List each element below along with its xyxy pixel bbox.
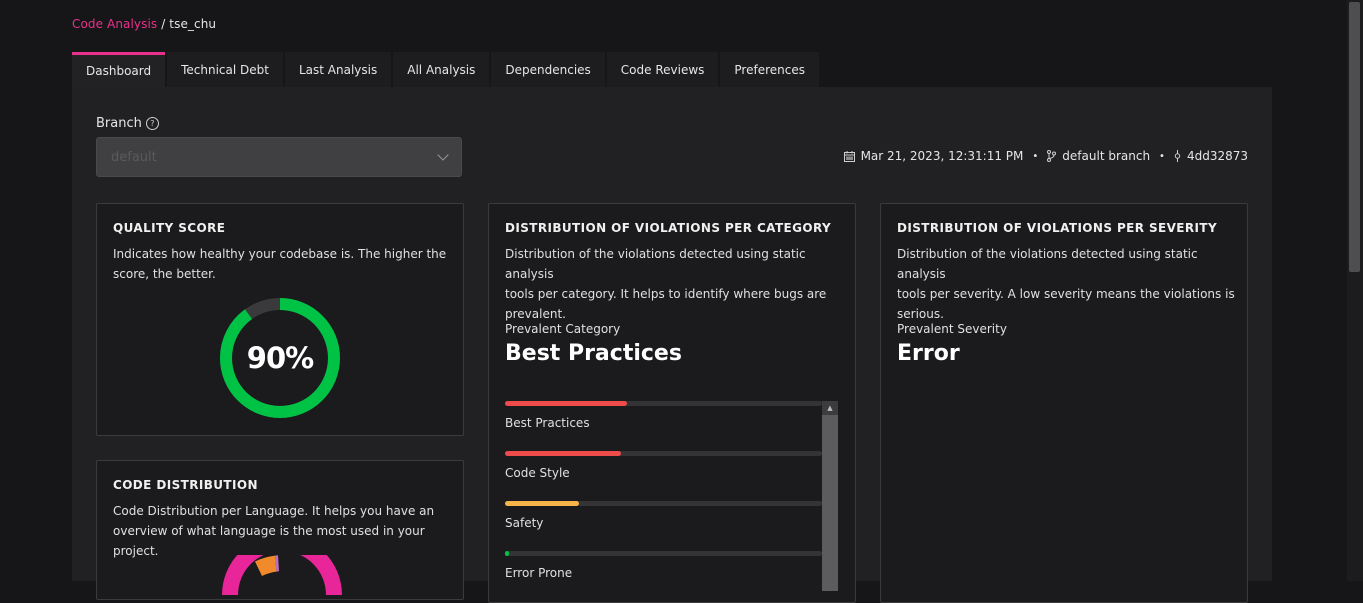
card-description-line: Distribution of the violations detected …: [505, 247, 806, 281]
dashboard-panel: Branch ? default Mar 21, 2023, 12:31:11 …: [72, 87, 1272, 603]
git-branch-icon: [1047, 150, 1057, 162]
category-bar-row: Safety: [505, 501, 822, 551]
card-description: Distribution of the violations detected …: [505, 244, 855, 324]
category-bar-row: Error Prone: [505, 551, 822, 591]
analysis-commit: 4dd32873: [1186, 149, 1248, 163]
tab-technical-debt[interactable]: Technical Debt: [167, 52, 283, 87]
help-icon[interactable]: ?: [145, 117, 159, 130]
card-description-line: serious.: [897, 307, 944, 321]
tab-bar: Dashboard Technical Debt Last Analysis A…: [72, 52, 821, 87]
breadcrumb-current: tse_chu: [169, 17, 217, 31]
page-scrollbar-thumb[interactable]: [1349, 2, 1360, 272]
branch-label: Branch ?: [96, 116, 159, 131]
quality-score-gauge: 90%: [220, 298, 340, 418]
prevalent-category-label: Prevalent Category: [505, 322, 621, 336]
donut-segment: [222, 555, 342, 595]
quality-score-value: 90%: [246, 341, 314, 375]
card-description-line: score, the better.: [113, 267, 216, 281]
card-description: Code Distribution per Language. It helps…: [113, 501, 463, 561]
bar-fill: [505, 451, 621, 456]
card-description: Distribution of the violations detected …: [897, 244, 1247, 324]
language-donut-chart: [222, 555, 342, 595]
card-title: DISTRIBUTION OF VIOLATIONS PER SEVERITY: [897, 221, 1218, 235]
card-description-line: Distribution of the violations detected …: [897, 247, 1198, 281]
bar-fill: [505, 551, 509, 556]
chevron-down-icon: [437, 149, 449, 161]
branch-select-value: default: [111, 149, 157, 165]
tab-last-analysis[interactable]: Last Analysis: [284, 52, 392, 87]
branch-label-text: Branch: [96, 116, 142, 131]
donut-segment: [255, 555, 277, 576]
code-distribution-card: CODE DISTRIBUTION Code Distribution per …: [96, 460, 464, 600]
tab-dashboard[interactable]: Dashboard: [72, 52, 166, 87]
card-description-line: tools per category. It helps to identify…: [505, 287, 827, 301]
breadcrumb-separator: /: [161, 17, 166, 31]
card-description-line: Code Distribution per Language. It helps…: [113, 504, 435, 518]
bar-label: Best Practices: [505, 416, 590, 430]
quality-score-card: QUALITY SCORE Indicates how healthy your…: [96, 203, 464, 436]
category-bar-list: Best Practices Code Style Safety Error P…: [505, 401, 822, 591]
tab-code-reviews[interactable]: Code Reviews: [606, 52, 719, 87]
violations-severity-card: DISTRIBUTION OF VIOLATIONS PER SEVERITY …: [880, 203, 1248, 603]
card-description-line: Indicates how healthy your codebase is. …: [113, 247, 447, 261]
category-list-scrollbar[interactable]: ▲: [822, 401, 838, 591]
commit-icon: [1174, 150, 1181, 162]
scroll-up-arrow-icon[interactable]: ▲: [822, 401, 838, 415]
meta-separator: •: [1032, 150, 1039, 162]
tab-all-analysis[interactable]: All Analysis: [393, 52, 490, 87]
card-description-line: tools per severity. A low severity means…: [897, 287, 1235, 301]
prevalent-severity-value: Error: [897, 341, 960, 366]
breadcrumb-link-code-analysis[interactable]: Code Analysis: [72, 17, 157, 31]
prevalent-severity-label: Prevalent Severity: [897, 322, 1007, 336]
bar-label: Code Style: [505, 466, 570, 480]
bar-fill: [505, 401, 628, 406]
violations-category-card: DISTRIBUTION OF VIOLATIONS PER CATEGORY …: [488, 203, 856, 603]
category-bar-row: Code Style: [505, 451, 822, 501]
card-description-line: prevalent.: [505, 307, 566, 321]
bar-fill: [505, 501, 580, 506]
branch-select[interactable]: default: [96, 137, 462, 177]
bar-label: Safety: [505, 516, 544, 530]
card-description: Indicates how healthy your codebase is. …: [113, 244, 446, 284]
page-scrollbar[interactable]: [1347, 0, 1363, 581]
analysis-meta: Mar 21, 2023, 12:31:11 PM • default bran…: [843, 149, 1248, 163]
card-title: QUALITY SCORE: [113, 221, 226, 235]
prevalent-category-value: Best Practices: [505, 341, 682, 366]
bar-track: [505, 551, 822, 556]
analysis-branch: default branch: [1062, 149, 1151, 163]
breadcrumb: Code Analysis / tse_chu: [72, 17, 216, 31]
bar-label: Error Prone: [505, 566, 573, 580]
card-title: DISTRIBUTION OF VIOLATIONS PER CATEGORY: [505, 221, 832, 235]
meta-separator: •: [1159, 150, 1165, 162]
tab-dependencies[interactable]: Dependencies: [491, 52, 605, 87]
analysis-date: Mar 21, 2023, 12:31:11 PM: [860, 149, 1024, 163]
tab-preferences[interactable]: Preferences: [720, 52, 819, 87]
category-bar-row: Best Practices: [505, 401, 822, 451]
calendar-icon: [843, 150, 855, 162]
card-title: CODE DISTRIBUTION: [113, 478, 258, 492]
